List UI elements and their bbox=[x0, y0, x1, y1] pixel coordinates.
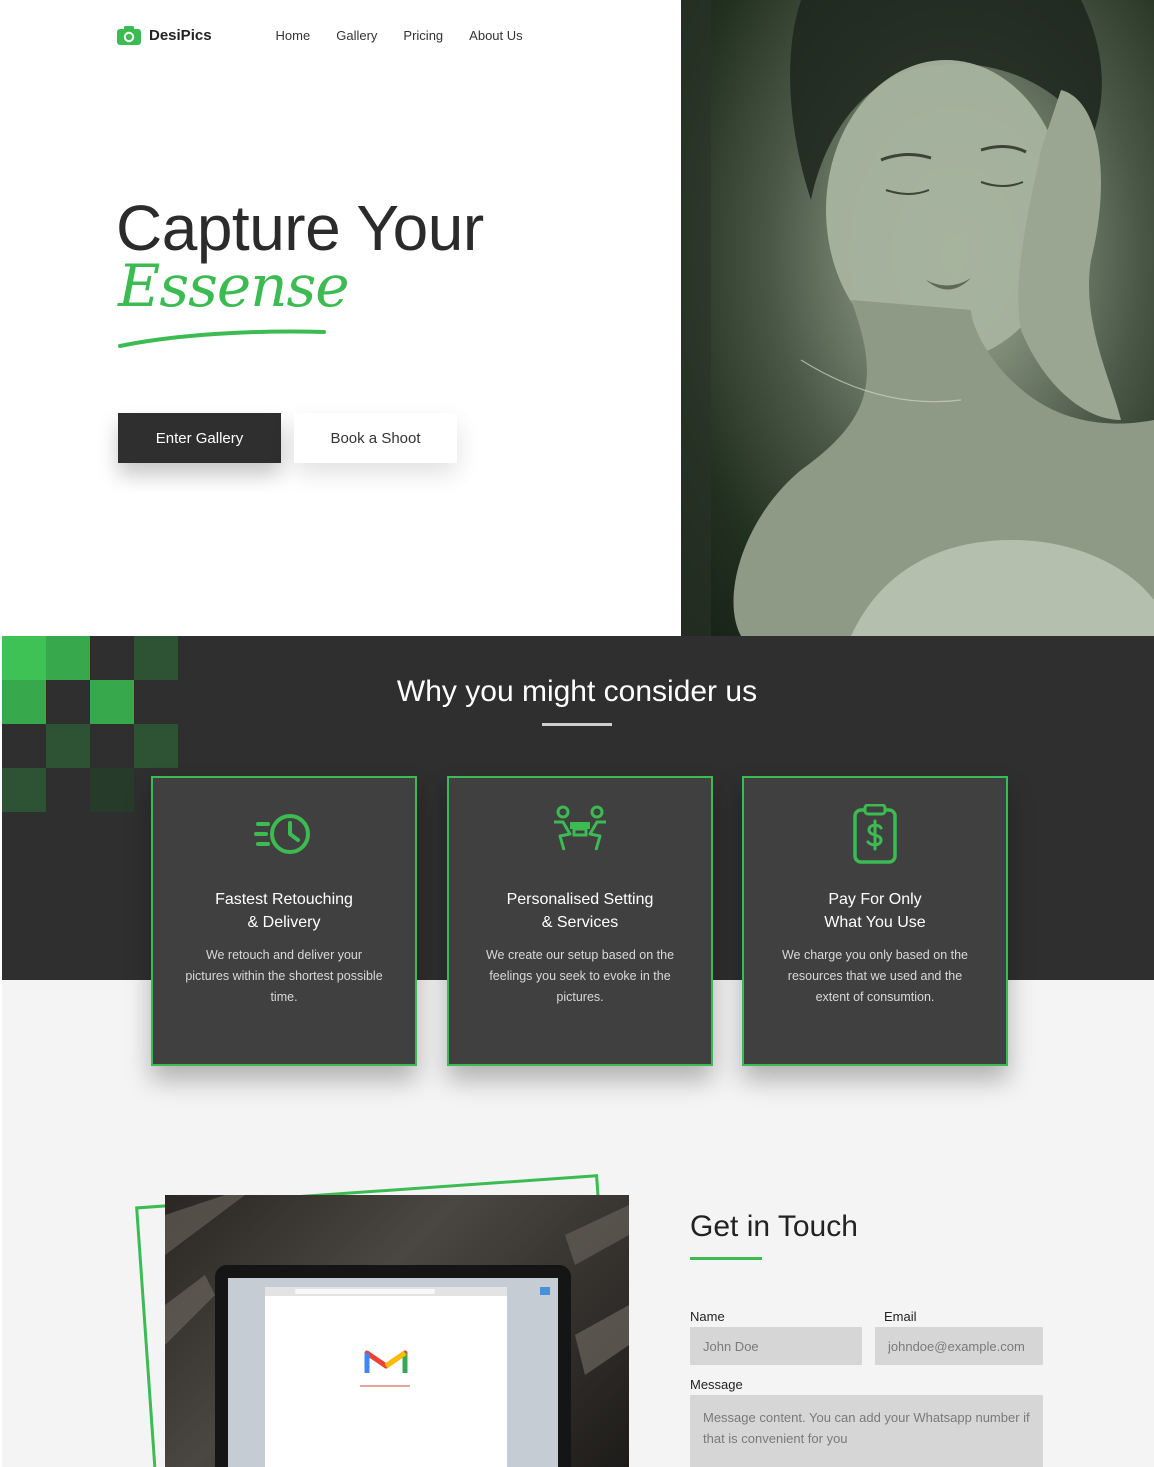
card-title: Pay For Only What You Use bbox=[744, 888, 1006, 934]
card-text: We charge you only based on the resource… bbox=[781, 948, 968, 1004]
why-title: Why you might consider us bbox=[396, 675, 758, 708]
feature-card-personalised: Personalised Setting & Services We creat… bbox=[447, 776, 713, 1066]
hero-section: DesiPics Home Gallery Pricing About Us C… bbox=[0, 0, 1154, 636]
decor-pixel bbox=[46, 724, 90, 768]
nav-home-link[interactable]: Home bbox=[276, 28, 311, 43]
card-text: We create our setup based on the feeling… bbox=[485, 948, 675, 1004]
decor-pixel bbox=[2, 636, 46, 680]
hero-script-text: Essense bbox=[118, 252, 350, 320]
card-title-line: What You Use bbox=[824, 914, 926, 931]
enter-gallery-button[interactable]: Enter Gallery bbox=[118, 413, 281, 463]
decor-pixel bbox=[134, 636, 178, 680]
nav-about-link[interactable]: About Us bbox=[469, 28, 522, 43]
laptop-photo bbox=[165, 1195, 629, 1467]
nav-links: Home Gallery Pricing About Us bbox=[276, 28, 523, 43]
card-title: Personalised Setting & Services bbox=[449, 888, 711, 934]
name-label: Name bbox=[690, 1309, 725, 1324]
decor-pixel bbox=[134, 724, 178, 768]
email-field[interactable] bbox=[875, 1327, 1043, 1365]
card-title: Fastest Retouching & Delivery bbox=[153, 888, 415, 934]
camera-icon bbox=[117, 26, 141, 45]
feature-card-pay: Pay For Only What You Use We charge you … bbox=[742, 776, 1008, 1066]
hero-title: Capture Your bbox=[116, 192, 484, 264]
message-label: Message bbox=[690, 1377, 743, 1392]
name-field[interactable] bbox=[690, 1327, 862, 1365]
clipboard-dollar-icon bbox=[853, 804, 897, 864]
contact-title: Get in Touch bbox=[690, 1210, 858, 1243]
card-title-line: Personalised Setting bbox=[506, 891, 654, 908]
hero-script-word: Essense bbox=[118, 252, 350, 320]
book-shoot-button[interactable]: Book a Shoot bbox=[294, 413, 457, 463]
card-title-line: Fastest Retouching bbox=[215, 891, 353, 908]
decor-pixel bbox=[2, 768, 46, 812]
nav-pricing-link[interactable]: Pricing bbox=[403, 28, 443, 43]
email-label: Email bbox=[884, 1309, 917, 1324]
meeting-people-icon bbox=[554, 805, 606, 851]
portrait-photo bbox=[681, 0, 1154, 636]
why-title-rule bbox=[542, 723, 612, 726]
nav-gallery-link[interactable]: Gallery bbox=[336, 28, 377, 43]
feature-card-retouching: Fastest Retouching & Delivery We retouch… bbox=[151, 776, 417, 1066]
decor-pixel bbox=[46, 636, 90, 680]
card-title-line: & Services bbox=[541, 914, 619, 931]
top-nav: DesiPics Home Gallery Pricing About Us bbox=[117, 22, 523, 48]
decor-pixel bbox=[90, 768, 134, 812]
brand-name: DesiPics bbox=[149, 26, 212, 44]
fast-clock-icon bbox=[254, 814, 310, 854]
message-field[interactable] bbox=[690, 1395, 1043, 1467]
brand[interactable]: DesiPics bbox=[117, 25, 212, 45]
card-text: We retouch and deliver your pictures wit… bbox=[185, 948, 383, 1004]
script-underline bbox=[118, 329, 326, 348]
card-title-line: & Delivery bbox=[247, 914, 321, 931]
card-title-line: Pay For Only bbox=[828, 891, 922, 908]
contact-title-rule bbox=[690, 1257, 762, 1260]
